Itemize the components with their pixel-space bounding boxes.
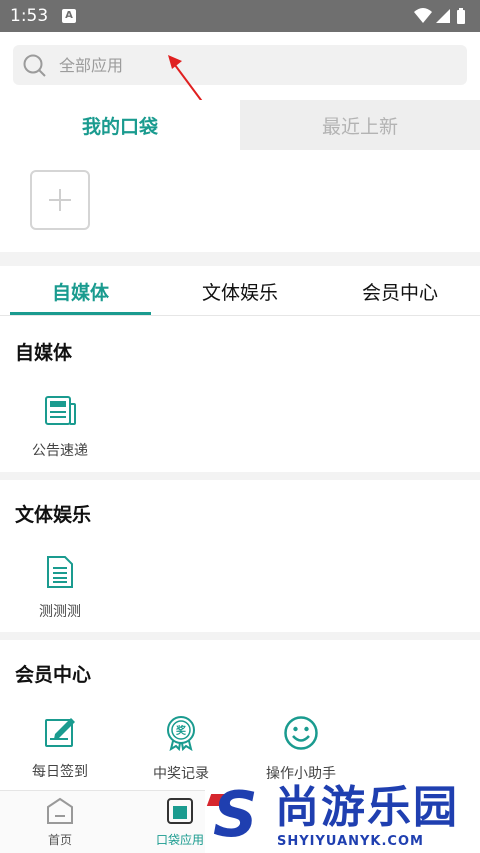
smiley-icon: [251, 715, 351, 755]
app-announcements[interactable]: 公告速递: [10, 394, 110, 460]
tab-my-pocket-label: 我的口袋: [81, 116, 158, 138]
search-icon: [22, 53, 48, 83]
add-app-button[interactable]: [30, 170, 90, 230]
nav-home[interactable]: 首页: [15, 797, 105, 848]
section-gap: [0, 252, 480, 266]
signal-icon: [436, 9, 450, 23]
system-icons: [412, 6, 472, 30]
tab-recent-new[interactable]: 最近上新: [220, 100, 480, 150]
search-input[interactable]: [59, 53, 439, 77]
tab-my-pocket[interactable]: 我的口袋: [0, 100, 240, 150]
wifi-icon: [414, 8, 432, 23]
prize-medal-icon: 奖: [131, 715, 231, 755]
watermark-english: SHYIYUANYK.COM: [277, 834, 424, 849]
app-prize-records[interactable]: 奖 中奖记录: [131, 715, 231, 783]
status-bar: 1:53 A: [0, 0, 480, 32]
tab-sports-entertainment[interactable]: 文体娱乐: [170, 266, 310, 316]
status-time: 1:53: [10, 6, 49, 26]
tab-recent-new-label: 最近上新: [321, 116, 398, 138]
app-label: 操作小助手: [266, 766, 336, 782]
home-icon: [45, 797, 75, 829]
app-assistant[interactable]: 操作小助手: [251, 715, 351, 783]
app-daily-checkin[interactable]: 每日签到: [10, 715, 110, 781]
section-title: 会员中心: [15, 664, 92, 686]
sign-in-icon: [10, 715, 110, 753]
tab-member-center[interactable]: 会员中心: [330, 266, 470, 316]
divider: [0, 315, 480, 316]
search-bar[interactable]: [13, 45, 467, 85]
app-quiz[interactable]: 测测测: [10, 555, 110, 621]
app-label: 测测测: [39, 604, 81, 620]
watermark-logo: S 尚游乐园 SHYIYUANYK.COM: [205, 782, 480, 853]
section-title: 自媒体: [15, 342, 73, 364]
pocket-icon: [165, 798, 195, 829]
tab-self-media[interactable]: 自媒体: [10, 266, 151, 316]
news-icon: [10, 394, 110, 432]
watermark-letter: S: [213, 778, 258, 851]
section-gap: [0, 632, 480, 640]
section-title: 文体娱乐: [15, 504, 92, 526]
nav-home-label: 首页: [47, 833, 72, 847]
app-label: 每日签到: [32, 764, 88, 780]
section-gap: [0, 472, 480, 480]
document-icon: [10, 555, 110, 593]
notification-icon: A: [62, 9, 76, 23]
app-label: 公告速递: [32, 443, 88, 459]
svg-text:奖: 奖: [176, 724, 187, 737]
battery-icon: [457, 8, 465, 24]
watermark-chinese: 尚游乐园: [275, 782, 459, 833]
